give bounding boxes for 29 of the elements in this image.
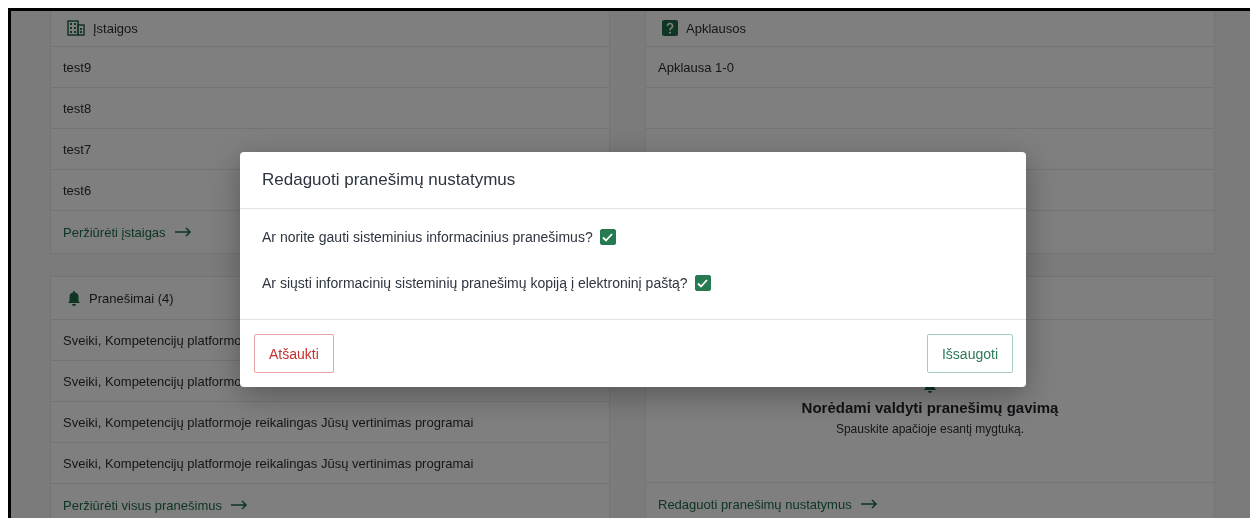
empty-state-text: Spauskite apačioje esantį mygtuką. [835, 421, 1025, 436]
cancel-button[interactable]: Atšaukti [254, 334, 334, 373]
list-item[interactable]: Sveiki, Kompetencijų platformoje reikalingas Jūsų vertinimas programai [63, 455, 474, 471]
question-label: Ar norite gauti sisteminius informacinius pranešimus? [262, 229, 593, 245]
view-link[interactable]: Peržiūrėti įstaigas [63, 224, 192, 240]
arrow-right-icon [173, 227, 192, 237]
list-item[interactable]: Sveiki, Kompetencijų platformoje reikalingas Jūsų vertinimas programai [63, 414, 474, 430]
arrow-right-icon [229, 500, 248, 510]
card-title: Pranešimai (4) [89, 290, 174, 306]
view-link[interactable]: Peržiūrėti visus pranešimus [63, 497, 248, 513]
save-button[interactable]: Išsaugoti [926, 334, 1013, 373]
list-item[interactable]: test6 [63, 182, 92, 198]
building-icon [67, 20, 85, 36]
help-icon [662, 20, 678, 36]
list-item[interactable]: test8 [63, 100, 92, 116]
card-title: Įstaigos [93, 20, 138, 36]
list-item[interactable]: Sveiki, Kompetencijų platformo [63, 332, 242, 348]
view-link[interactable]: Redaguoti pranešimų nustatymus [658, 496, 878, 512]
card-title: Apklausos [686, 20, 746, 36]
dialog-title: Redaguoti pranešimų nustatymus [262, 170, 516, 190]
arrow-right-icon [859, 499, 878, 509]
bell-icon [67, 290, 81, 306]
list-item[interactable]: test7 [63, 141, 92, 157]
list-item[interactable]: test9 [63, 59, 92, 75]
question-label: Ar siųsti informacinių sisteminių pranešimų kopiją į elektroninį paštą? [262, 275, 688, 291]
empty-state-heading: Norėdami valdyti pranešimų gavimą [801, 398, 1059, 416]
list-item[interactable]: Apklausa 1-0 [658, 59, 734, 75]
checkbox[interactable] [694, 275, 711, 291]
checkbox[interactable] [599, 229, 616, 245]
